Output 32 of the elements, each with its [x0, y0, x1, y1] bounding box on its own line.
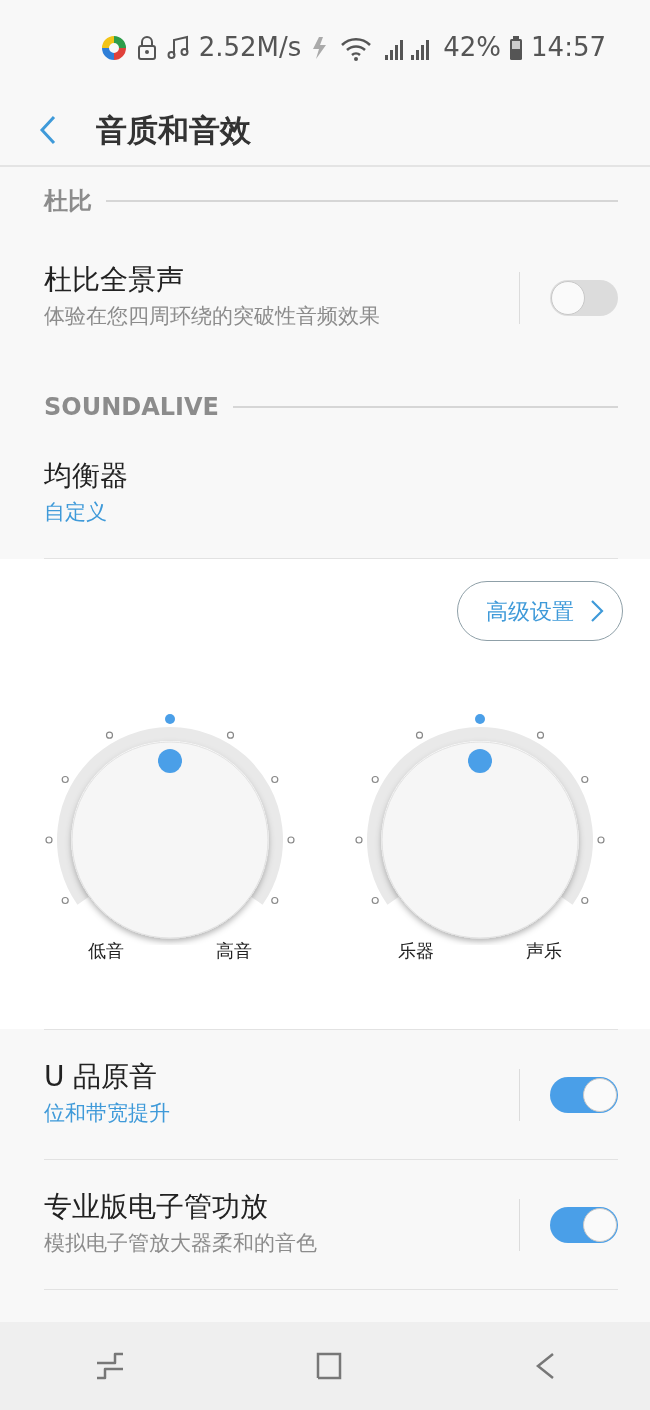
setting-description: 位和带宽提升 — [44, 1099, 170, 1127]
setting-description: 体验在您四周环绕的突破性音频效果 — [44, 303, 380, 331]
chevron-icon — [590, 599, 604, 623]
recent-apps-icon — [95, 1351, 125, 1381]
toggle-switch[interactable] — [550, 1206, 618, 1243]
setting-description: 模拟电子管放大器柔和的音色 — [44, 1229, 317, 1257]
battery-icon — [509, 34, 524, 61]
section-header: SOUNDALIVE — [44, 392, 219, 423]
advanced-settings-button[interactable]: 高级设置 — [457, 581, 623, 641]
app-icon — [100, 33, 128, 62]
setting-title: 杜比全景声 — [44, 263, 185, 298]
dial-label: 低音 — [88, 939, 124, 963]
battery-level: 42% — [443, 31, 502, 64]
setting-title: 均衡器 — [44, 458, 128, 493]
section-header: 杜比 — [44, 186, 92, 217]
dial-label: 乐器 — [398, 939, 434, 963]
toggle-switch[interactable] — [550, 280, 618, 316]
setting-title: U 品原音 — [44, 1059, 159, 1094]
network-speed: 2.52M/s — [198, 31, 302, 64]
music-note-icon — [166, 34, 190, 61]
setting-title: 专业版电子管功放 — [44, 1189, 269, 1224]
dial-label: 声乐 — [526, 939, 562, 963]
page-title: 音质和音效 — [96, 110, 251, 150]
clock: 14:57 — [531, 31, 606, 64]
dial-label: 高音 — [216, 939, 252, 963]
lock-icon — [136, 34, 158, 61]
dial-knob[interactable] — [381, 741, 579, 939]
back-button[interactable] — [38, 114, 58, 146]
toggle-switch[interactable] — [550, 1076, 618, 1113]
dial-knob[interactable] — [71, 741, 269, 939]
setting-description: 自定义 — [44, 498, 108, 526]
back-icon — [535, 1351, 555, 1381]
